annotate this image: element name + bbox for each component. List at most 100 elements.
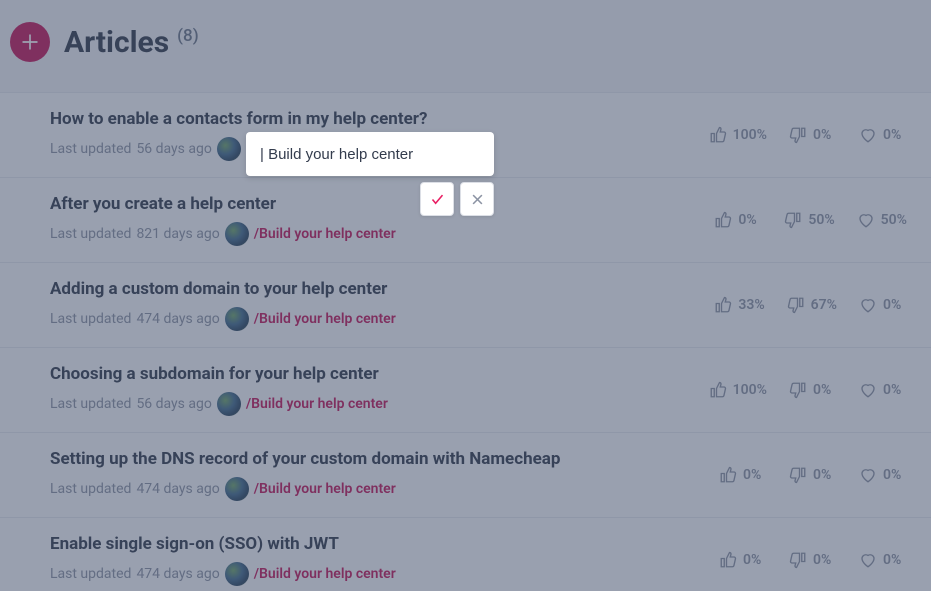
article-main: Choosing a subdomain for your help cente… — [50, 364, 709, 416]
hearts-stat[interactable]: 0% — [859, 126, 907, 144]
article-meta: Last updated 821 days ago /Build your he… — [50, 222, 714, 246]
updated-ago: 56 days ago — [136, 141, 211, 157]
thumbs-up-icon — [719, 466, 737, 484]
page-header: Articles (8) — [0, 0, 931, 92]
thumbs-up-icon — [714, 211, 732, 229]
article-stats: 0% 50% 50% — [714, 211, 907, 229]
updated-prefix: Last updated — [50, 396, 131, 412]
article-meta: Last updated 474 days ago /Build your he… — [50, 477, 719, 501]
hearts-value: 0% — [883, 297, 901, 313]
article-title: Enable single sign-on (SSO) with JWT — [50, 534, 719, 554]
category-link[interactable]: /Build your help center — [254, 481, 396, 497]
thumbs-down-icon — [789, 551, 807, 569]
cancel-button[interactable] — [460, 182, 494, 216]
edit-category-popover — [246, 132, 494, 216]
add-article-button[interactable] — [10, 22, 50, 62]
updated-ago: 56 days ago — [136, 396, 211, 412]
author-avatar[interactable] — [217, 137, 241, 161]
article-main: Enable single sign-on (SSO) with JWT Las… — [50, 534, 719, 586]
dislikes-stat[interactable]: 0% — [789, 126, 837, 144]
updated-ago: 474 days ago — [136, 566, 219, 582]
article-meta: Last updated 474 days ago /Build your he… — [50, 307, 714, 331]
author-avatar[interactable] — [225, 477, 249, 501]
hearts-stat[interactable]: 50% — [857, 211, 907, 229]
updated-ago: 821 days ago — [136, 226, 219, 242]
thumbs-down-icon — [789, 381, 807, 399]
dislikes-value: 0% — [813, 127, 831, 143]
hearts-stat[interactable]: 0% — [859, 551, 907, 569]
thumbs-up-icon — [714, 296, 732, 314]
dislikes-stat[interactable]: 67% — [787, 296, 837, 314]
heart-icon — [859, 296, 877, 314]
author-avatar[interactable] — [225, 562, 249, 586]
article-title: Setting up the DNS record of your custom… — [50, 449, 719, 469]
updated-prefix: Last updated — [50, 141, 131, 157]
thumbs-down-icon — [789, 466, 807, 484]
heart-icon — [859, 381, 877, 399]
dislikes-value: 0% — [813, 467, 831, 483]
likes-stat[interactable]: 0% — [719, 551, 767, 569]
likes-value: 0% — [743, 467, 761, 483]
hearts-value: 0% — [883, 382, 901, 398]
article-stats: 100% 0% 0% — [709, 126, 907, 144]
confirm-button[interactable] — [420, 182, 454, 216]
author-avatar[interactable] — [217, 392, 241, 416]
dislikes-stat[interactable]: 0% — [789, 551, 837, 569]
updated-prefix: Last updated — [50, 226, 131, 242]
article-row[interactable]: Enable single sign-on (SSO) with JWT Las… — [0, 517, 931, 591]
likes-value: 33% — [738, 297, 764, 313]
article-row[interactable]: Adding a custom domain to your help cent… — [0, 262, 931, 347]
dislikes-stat[interactable]: 0% — [789, 466, 837, 484]
hearts-stat[interactable]: 0% — [859, 466, 907, 484]
likes-stat[interactable]: 33% — [714, 296, 764, 314]
likes-stat[interactable]: 0% — [714, 211, 762, 229]
hearts-stat[interactable]: 0% — [859, 296, 907, 314]
page: Articles (8) How to enable a contacts fo… — [0, 0, 931, 591]
popover-input-wrap — [246, 132, 494, 176]
article-stats: 0% 0% 0% — [719, 466, 907, 484]
article-stats: 33% 67% 0% — [714, 296, 907, 314]
likes-stat[interactable]: 100% — [709, 381, 767, 399]
heart-icon — [859, 551, 877, 569]
likes-stat[interactable]: 0% — [719, 466, 767, 484]
article-row[interactable]: Setting up the DNS record of your custom… — [0, 432, 931, 517]
likes-stat[interactable]: 100% — [709, 126, 767, 144]
article-main: Setting up the DNS record of your custom… — [50, 449, 719, 501]
updated-prefix: Last updated — [50, 566, 131, 582]
article-meta: Last updated 56 days ago /Build your hel… — [50, 392, 709, 416]
author-avatar[interactable] — [225, 222, 249, 246]
article-meta: Last updated 474 days ago /Build your he… — [50, 562, 719, 586]
thumbs-up-icon — [709, 381, 727, 399]
category-link[interactable]: /Build your help center — [254, 566, 396, 582]
article-count: (8) — [177, 26, 199, 46]
article-title: Adding a custom domain to your help cent… — [50, 279, 714, 299]
article-main: Adding a custom domain to your help cent… — [50, 279, 714, 331]
updated-ago: 474 days ago — [136, 311, 219, 327]
updated-prefix: Last updated — [50, 311, 131, 327]
thumbs-up-icon — [709, 126, 727, 144]
article-title: Choosing a subdomain for your help cente… — [50, 364, 709, 384]
heart-icon — [857, 211, 875, 229]
dislikes-value: 0% — [813, 382, 831, 398]
check-icon — [430, 192, 445, 207]
hearts-value: 0% — [883, 127, 901, 143]
author-avatar[interactable] — [225, 307, 249, 331]
page-title: Articles — [64, 25, 169, 60]
category-link[interactable]: /Build your help center — [246, 396, 388, 412]
updated-prefix: Last updated — [50, 481, 131, 497]
hearts-value: 0% — [883, 467, 901, 483]
dislikes-stat[interactable]: 0% — [789, 381, 837, 399]
article-stats: 100% 0% 0% — [709, 381, 907, 399]
dislikes-value: 50% — [808, 212, 834, 228]
article-row[interactable]: Choosing a subdomain for your help cente… — [0, 347, 931, 432]
close-icon — [470, 192, 485, 207]
likes-value: 0% — [743, 552, 761, 568]
category-input[interactable] — [260, 146, 480, 163]
hearts-stat[interactable]: 0% — [859, 381, 907, 399]
category-link[interactable]: /Build your help center — [254, 226, 396, 242]
dislikes-stat[interactable]: 50% — [784, 211, 834, 229]
category-link[interactable]: /Build your help center — [254, 311, 396, 327]
thumbs-up-icon — [719, 551, 737, 569]
dislikes-value: 0% — [813, 552, 831, 568]
likes-value: 100% — [733, 127, 767, 143]
